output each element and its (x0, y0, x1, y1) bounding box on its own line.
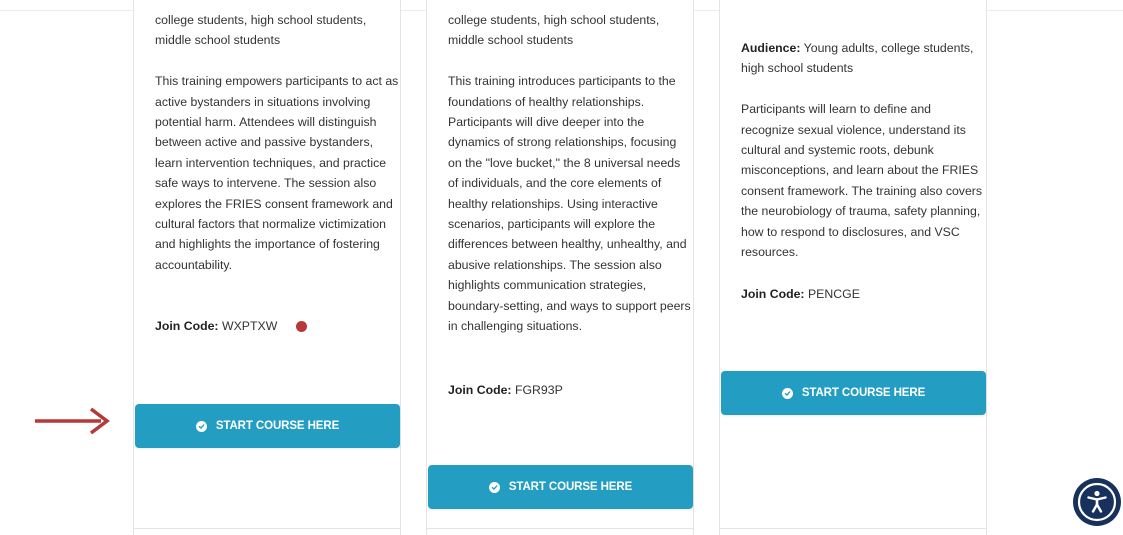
arrow-right-icon (35, 407, 110, 435)
join-code-label: Join Code: (448, 383, 512, 397)
audience-text: Audience: Young adults, college students… (741, 38, 986, 79)
audience-label: Audience: (741, 41, 801, 55)
join-code-value: PENCGE (807, 287, 860, 301)
join-code-label: Join Code: (741, 287, 805, 301)
accessibility-button[interactable] (1073, 478, 1121, 526)
start-course-button[interactable]: START COURSE HERE (135, 404, 400, 448)
audience-text: college students, high school students, … (448, 13, 660, 48)
audience-text: college students, high school students, … (155, 13, 367, 48)
card-divider (427, 528, 693, 529)
start-course-button[interactable]: START COURSE HERE (721, 371, 986, 415)
card-text: college students, high school students, … (448, 10, 693, 336)
join-code-line: Join Code: FGR93P (448, 380, 563, 400)
card-text: college students, high school students, … (155, 10, 400, 275)
start-course-label: START COURSE HERE (508, 481, 633, 493)
check-circle-icon (488, 481, 500, 493)
start-course-button[interactable]: START COURSE HERE (428, 465, 693, 509)
course-description: Participants will learn to define and re… (741, 102, 983, 260)
join-code-label: Join Code: (155, 319, 219, 333)
join-code-value: FGR93P (514, 383, 563, 397)
start-course-label: START COURSE HERE (801, 387, 926, 399)
join-code-line: Join Code: PENCGE (741, 284, 860, 304)
course-description: This training empowers participants to a… (155, 74, 399, 272)
card-divider (134, 528, 400, 529)
join-code-value: WXPTXW (221, 319, 278, 333)
join-code-line: Join Code: WXPTXW (155, 316, 277, 336)
card-divider (720, 528, 986, 529)
course-card-bystander: college students, high school students, … (133, 0, 401, 535)
annotation-dot (296, 321, 307, 332)
check-circle-icon (781, 387, 793, 399)
check-circle-icon (195, 420, 207, 432)
course-card-sexual-violence: Audience: Young adults, college students… (719, 0, 987, 535)
accessibility-icon (1077, 482, 1117, 522)
course-description: This training introduces participants to… (448, 74, 691, 334)
card-text: Audience: Young adults, college students… (741, 38, 986, 262)
start-course-label: START COURSE HERE (215, 420, 340, 432)
course-card-healthy-relationships: college students, high school students, … (426, 0, 694, 535)
